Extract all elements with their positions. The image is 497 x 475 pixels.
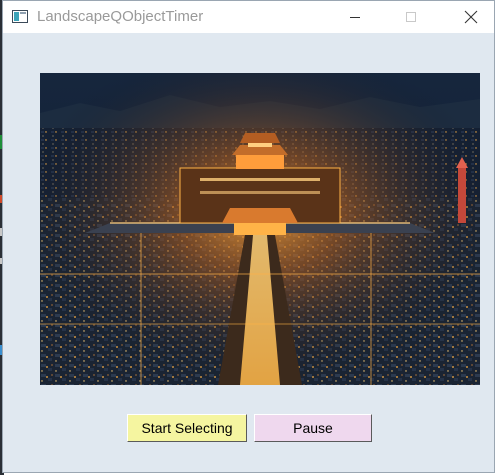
window-title: LandscapeQObjectTimer — [37, 8, 204, 25]
client-area: Start Selecting Pause — [3, 33, 494, 472]
minimize-icon — [350, 17, 360, 18]
landscape-image-art — [40, 73, 480, 385]
start-selecting-button[interactable]: Start Selecting — [127, 414, 247, 442]
maximize-icon — [406, 12, 416, 22]
title-bar[interactable]: LandscapeQObjectTimer — [3, 1, 494, 33]
close-icon — [464, 10, 478, 24]
app-window-icon — [12, 10, 28, 23]
app-window: LandscapeQObjectTimer Start Selecting Pa… — [2, 0, 495, 473]
landscape-image — [40, 73, 480, 385]
close-button[interactable] — [448, 1, 494, 33]
minimize-button[interactable] — [332, 1, 378, 33]
maximize-button[interactable] — [388, 1, 434, 33]
pause-button[interactable]: Pause — [254, 414, 372, 442]
